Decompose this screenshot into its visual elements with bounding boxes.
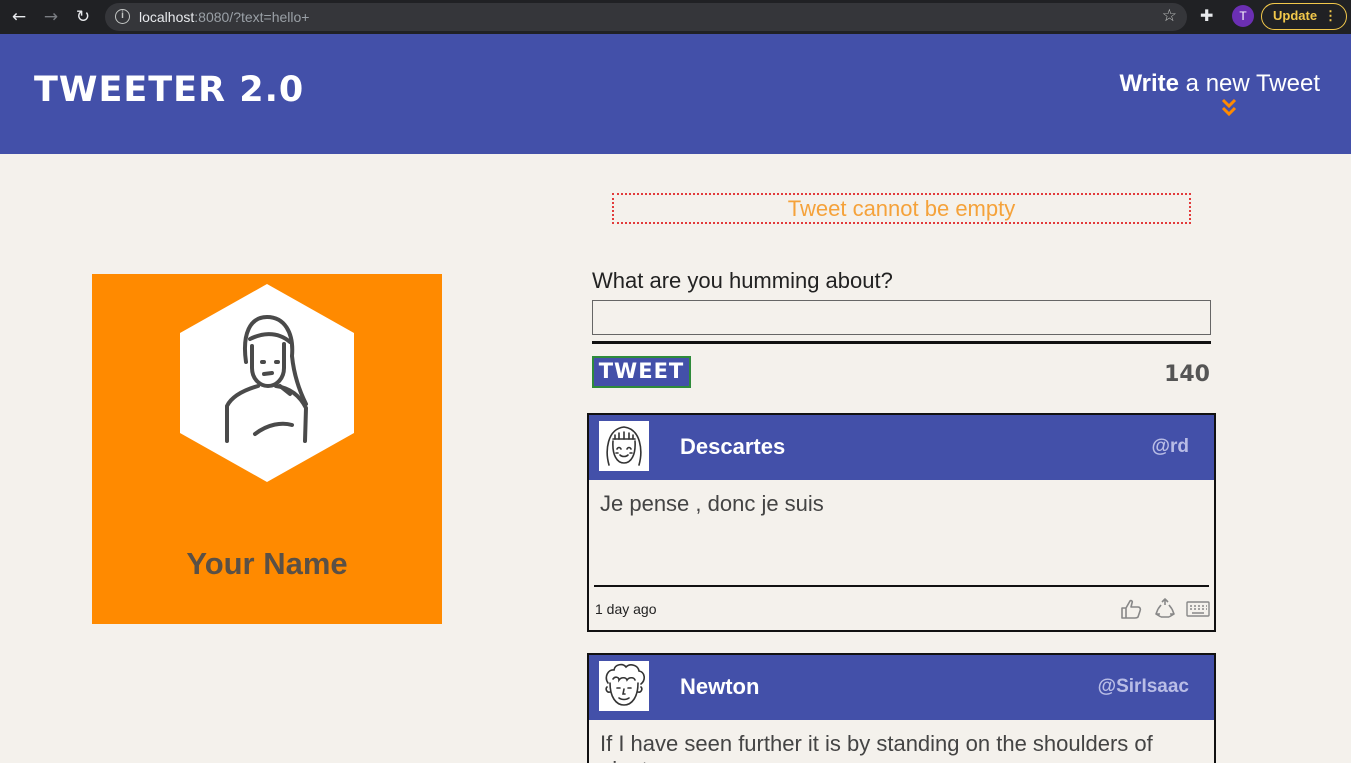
tweet-card: Newton @SirIsaac If I have seen further … [587, 653, 1216, 763]
tweet-author-name: Newton [680, 674, 760, 699]
back-icon[interactable]: ← [8, 6, 30, 28]
tweet-divider [594, 585, 1209, 587]
star-icon[interactable]: ☆ [1162, 6, 1177, 26]
tweet-text: Je pense , donc je suis [600, 491, 824, 516]
curly-hair-avatar-icon [605, 663, 645, 706]
page-header: TWEETER 2.0 Write a new Tweet [0, 34, 1351, 154]
tweet-input[interactable] [592, 300, 1211, 335]
reload-icon[interactable]: ↻ [72, 6, 94, 28]
tweet-actions [1114, 597, 1210, 621]
forward-icon[interactable]: → [40, 6, 62, 28]
page-title: TWEETER 2.0 [34, 70, 305, 110]
error-message: Tweet cannot be empty [612, 193, 1191, 224]
keyboard-icon[interactable] [1186, 597, 1210, 621]
avatar [599, 421, 649, 471]
tweet-submit-button[interactable]: TWEET [592, 356, 691, 388]
puzzle-icon[interactable]: ✚ [1200, 6, 1213, 25]
tweet-header: Newton @SirIsaac [589, 655, 1214, 720]
tweet-header: Descartes @rd [589, 415, 1214, 480]
update-button[interactable]: Update ⋮ [1261, 3, 1347, 30]
user-avatar-icon [180, 284, 354, 482]
tweet-author-name: Descartes [680, 434, 786, 459]
avatar [599, 661, 649, 711]
url-text[interactable]: localhost:8080/?text=hello+ [139, 9, 309, 25]
tweet-timestamp: 1 day ago [595, 601, 657, 617]
char-counter: 140 [1164, 362, 1210, 387]
write-new-tweet-link[interactable]: Write a new Tweet [1119, 70, 1320, 98]
profile-name: Your Name [186, 546, 348, 581]
retweet-icon[interactable] [1153, 597, 1177, 621]
profile-card: Your Name [92, 274, 442, 624]
girl-avatar-icon [606, 426, 642, 466]
info-icon[interactable]: i [115, 9, 130, 24]
like-icon[interactable] [1119, 597, 1143, 621]
browser-chrome: ← → ↻ i localhost:8080/?text=hello+ ☆ ✚ … [0, 0, 1351, 34]
address-bar[interactable]: i localhost:8080/?text=hello+ ☆ [105, 3, 1187, 31]
divider [592, 341, 1211, 344]
more-icon: ⋮ [1324, 8, 1337, 23]
tweet-author-handle: @rd [1151, 436, 1189, 457]
tweet-author-handle: @SirIsaac [1097, 676, 1189, 697]
tweet-text: If I have seen further it is by standing… [600, 731, 1153, 763]
tweet-prompt-label: What are you humming about? [592, 268, 893, 293]
avatar[interactable]: T [1232, 5, 1254, 27]
chevron-double-down-icon[interactable] [1221, 98, 1237, 118]
tweet-card: Descartes @rd Je pense , donc je suis 1 … [587, 413, 1216, 632]
